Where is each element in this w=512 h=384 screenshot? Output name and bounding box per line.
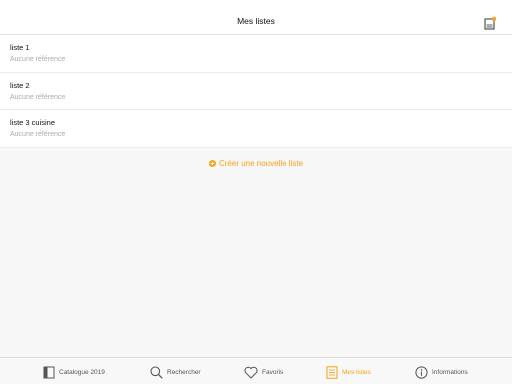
tab-label: Mes listes bbox=[342, 368, 371, 376]
catalogue-icon bbox=[43, 366, 55, 378]
list-item[interactable]: liste 3 cuisine Aucune référence bbox=[0, 110, 512, 148]
list-item-subtitle: Aucune référence bbox=[10, 131, 66, 138]
list-item-subtitle: Aucune référence bbox=[10, 56, 66, 63]
list-item[interactable]: liste 2 Aucune référence bbox=[0, 73, 512, 110]
list-item-title: liste 3 cuisine bbox=[10, 118, 56, 127]
tab-label: Rechercher bbox=[167, 368, 201, 376]
tab-label: Favoris bbox=[262, 368, 284, 376]
tab-bar: Catalogue 2019 Rechercher Favoris Mes li… bbox=[0, 357, 512, 384]
list-item-subtitle: Aucune référence bbox=[10, 93, 66, 101]
list-item-title: liste 2 bbox=[10, 80, 30, 90]
info-icon bbox=[415, 365, 428, 379]
tab-mes-listes[interactable]: Mes listes bbox=[326, 365, 371, 379]
add-circle-icon bbox=[208, 160, 216, 167]
tab-informations[interactable]: Informations bbox=[415, 365, 468, 379]
lists-badge-icon bbox=[484, 16, 497, 30]
list-icon bbox=[326, 365, 338, 379]
list-item[interactable]: liste 1 Aucune référence bbox=[0, 35, 512, 73]
heart-icon bbox=[244, 366, 258, 379]
tab-catalogue[interactable]: Catalogue 2019 bbox=[43, 365, 105, 379]
lists-badge-button[interactable] bbox=[483, 16, 497, 30]
lists-table: liste 1 Aucune référence liste 2 Aucune … bbox=[0, 35, 512, 148]
page-title: Mes listes bbox=[237, 16, 275, 26]
search-icon bbox=[150, 365, 163, 379]
tab-favoris[interactable]: Favoris bbox=[244, 365, 283, 379]
navigation-bar: Mes listes bbox=[0, 0, 512, 35]
list-item-title: liste 1 bbox=[10, 43, 30, 52]
tab-search[interactable]: Rechercher bbox=[150, 365, 201, 379]
create-list-button[interactable]: Créer une nouvelle liste bbox=[0, 159, 512, 168]
tab-label: Catalogue 2019 bbox=[59, 368, 105, 376]
create-list-label: Créer une nouvelle liste bbox=[218, 159, 304, 168]
tab-label: Informations bbox=[432, 368, 468, 376]
